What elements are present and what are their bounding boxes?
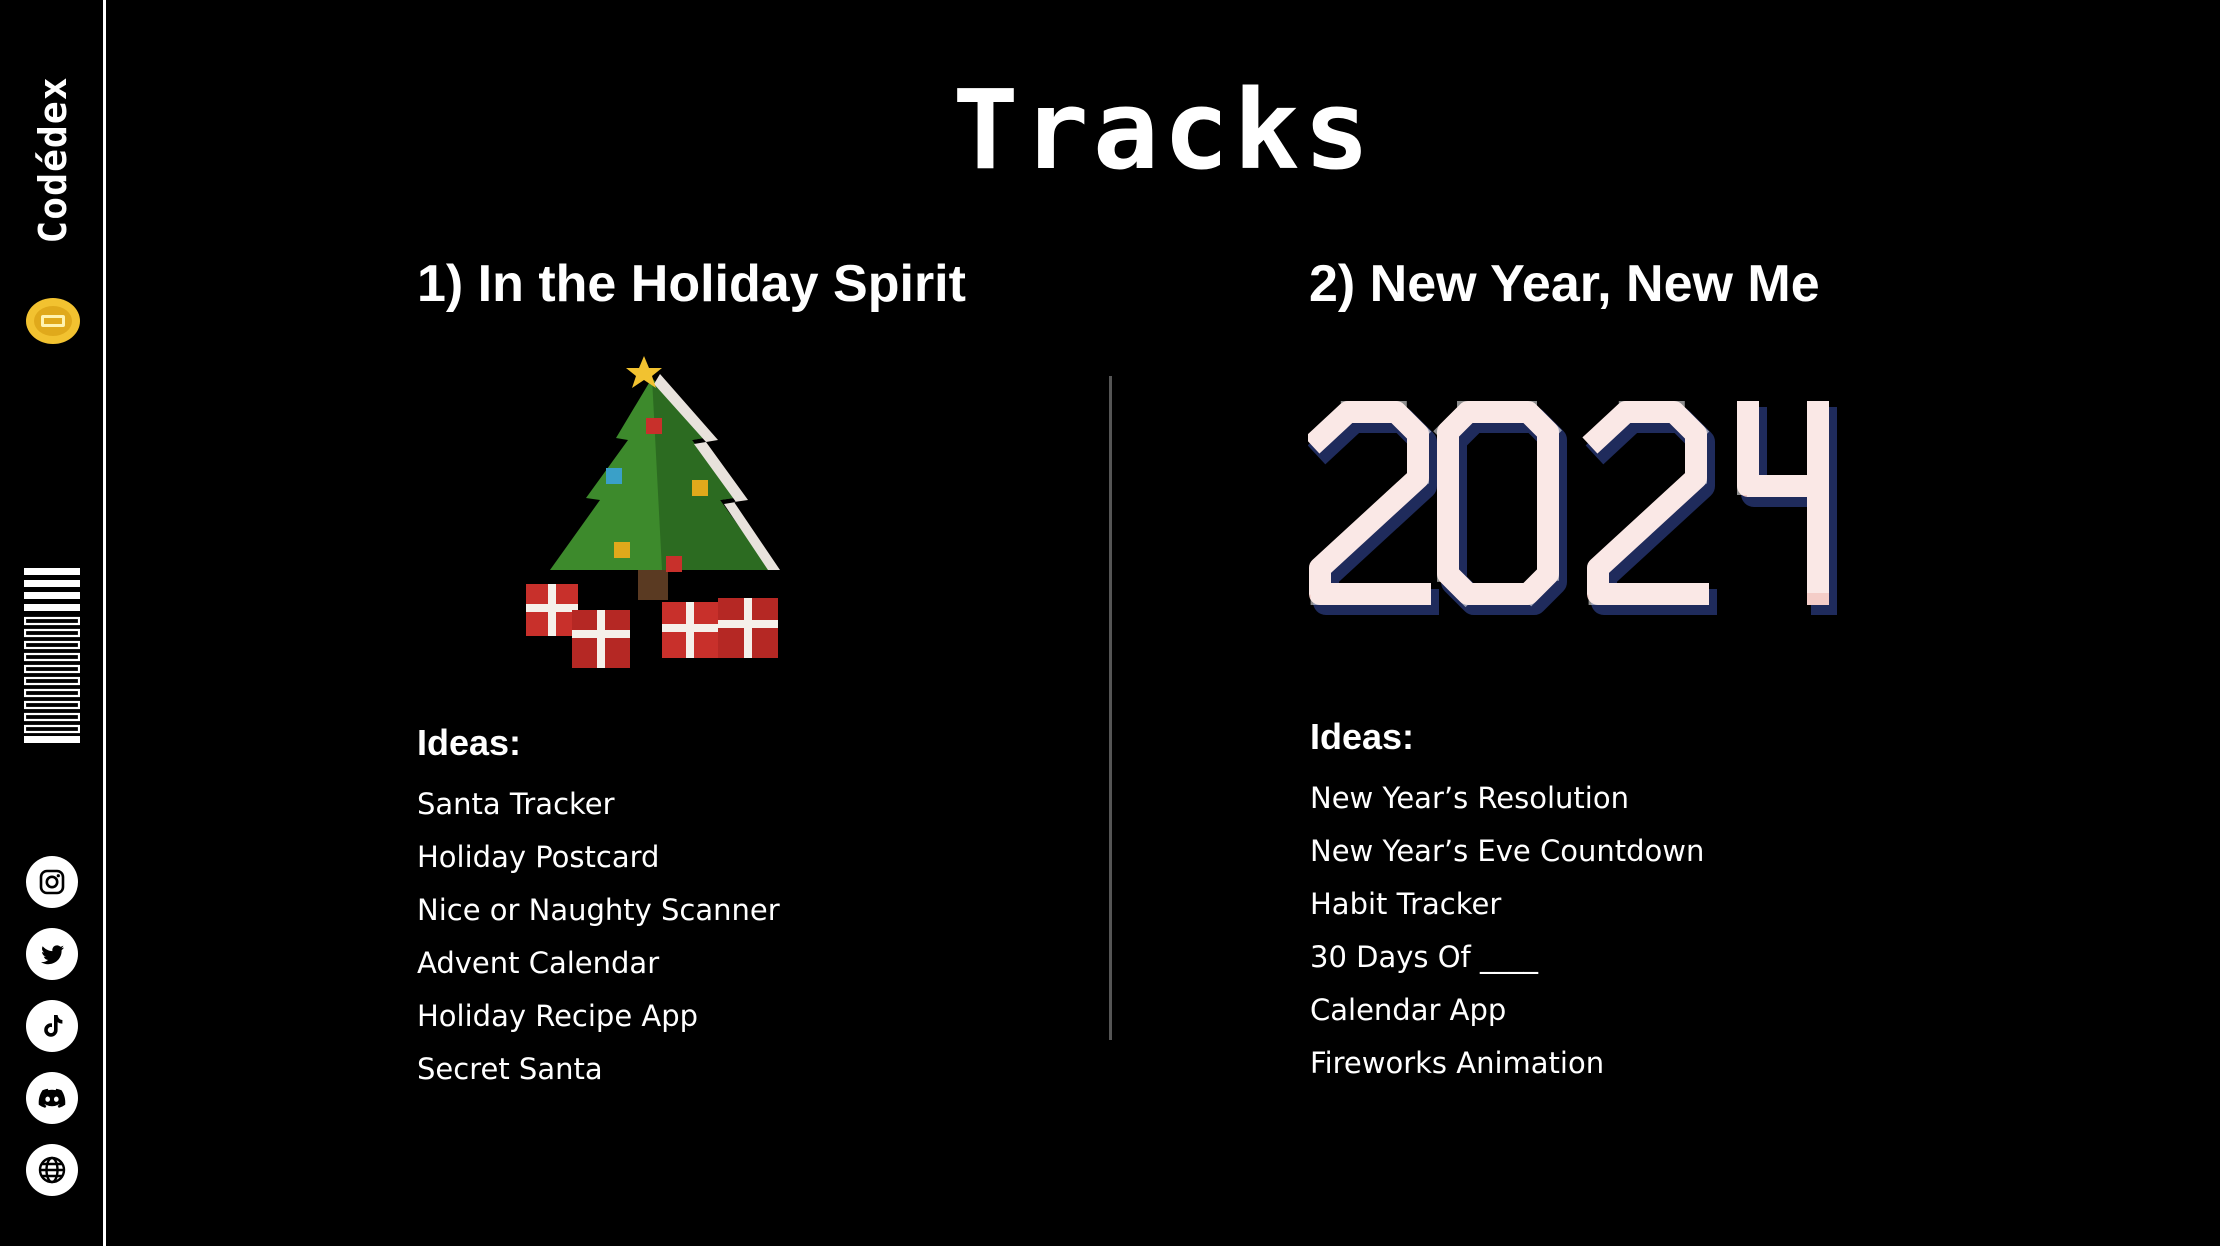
list-item: Holiday Recipe App — [417, 999, 699, 1033]
list-item: Calendar App — [1310, 993, 1507, 1027]
list-item: Habit Tracker — [1310, 887, 1502, 921]
track-2-ideas-label: Ideas: — [1310, 716, 1415, 757]
barcode-icon — [24, 568, 80, 743]
list-item: New Year’s Eve Countdown — [1310, 834, 1705, 868]
discord-icon[interactable] — [26, 1072, 78, 1124]
list-item: Nice or Naughty Scanner — [417, 893, 780, 927]
list-item: Fireworks Animation — [1310, 1046, 1605, 1080]
list-item: Secret Santa — [417, 1052, 603, 1086]
track-2-ideas-list: New Year’s Resolution New Year’s Eve Cou… — [1310, 780, 1704, 1098]
list-item: Advent Calendar — [417, 946, 660, 980]
christmas-tree-icon — [526, 356, 780, 668]
tiktok-icon[interactable] — [26, 1000, 78, 1052]
list-item: 30 Days Of ____ — [1310, 940, 1538, 974]
coin-icon — [26, 298, 80, 344]
twitter-icon[interactable] — [26, 928, 78, 980]
globe-icon[interactable] — [26, 1144, 78, 1196]
column-divider — [1109, 376, 1112, 1040]
year-2024-icon — [1308, 401, 1837, 615]
track-2-heading: 2) New Year, New Me — [1309, 255, 1820, 313]
page-title: Tracks — [952, 66, 1374, 194]
track-1-ideas-label: Ideas: — [417, 722, 522, 763]
list-item: Holiday Postcard — [417, 840, 660, 874]
track-1-ideas-list: Santa Tracker Holiday Postcard Nice or N… — [417, 786, 780, 1104]
track-1-heading: 1) In the Holiday Spirit — [417, 255, 966, 313]
slide: Codédex Tracks 1) In the Holiday Spirit … — [0, 0, 2220, 1246]
list-item: Santa Tracker — [417, 787, 615, 821]
list-item: New Year’s Resolution — [1310, 781, 1629, 815]
instagram-icon[interactable] — [26, 856, 78, 908]
